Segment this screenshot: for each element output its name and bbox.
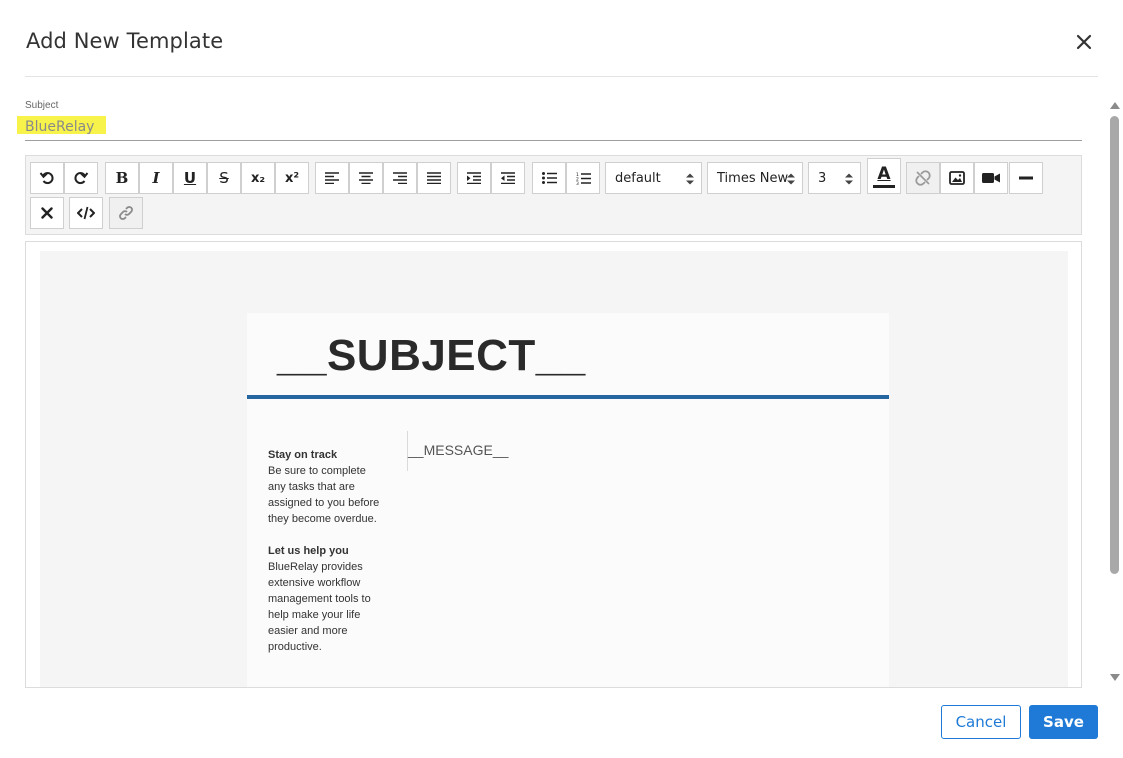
underline-button[interactable]: U: [173, 162, 207, 194]
align-center-icon: [359, 172, 373, 184]
bullet-list-icon: [541, 172, 557, 184]
insert-image-button[interactable]: [940, 162, 974, 194]
subject-label: Subject: [25, 100, 59, 111]
undo-icon: [39, 172, 54, 185]
font-size-select[interactable]: 3: [808, 162, 861, 194]
subscript-button[interactable]: x₂: [241, 162, 275, 194]
select-arrows-icon: [686, 173, 694, 185]
clear-formatting-button[interactable]: [30, 197, 64, 229]
sidebar-text-line: BlueRelay provides: [268, 561, 363, 573]
horizontal-rule-button[interactable]: [1009, 162, 1043, 194]
bullet-list-button[interactable]: [532, 162, 566, 194]
align-center-button[interactable]: [349, 162, 383, 194]
link-icon: [119, 206, 133, 220]
code-icon: [77, 206, 95, 220]
font-select[interactable]: Times New: [707, 162, 803, 194]
insert-video-button[interactable]: [974, 162, 1008, 194]
video-icon: [982, 173, 1000, 183]
justify-icon: [427, 172, 441, 184]
code-view-button[interactable]: [69, 197, 103, 229]
sidebar-text-line: they become overdue.: [268, 513, 377, 525]
numbered-list-button[interactable]: 1 2 3: [566, 162, 600, 194]
select-arrows-icon: [845, 173, 853, 185]
header-divider: [25, 76, 1098, 77]
close-icon: [1076, 34, 1092, 50]
font-select-value: Times New: [717, 170, 789, 186]
cancel-button[interactable]: Cancel: [941, 705, 1021, 739]
template-heading: __SUBJECT__: [277, 331, 586, 380]
bold-button[interactable]: B: [105, 162, 139, 194]
sidebar-text-line: Be sure to complete: [268, 465, 366, 477]
font-size-select-value: 3: [818, 170, 827, 186]
sidebar-text-line: productive.: [268, 641, 322, 653]
heading-rule: [247, 395, 889, 399]
justify-button[interactable]: [417, 162, 451, 194]
sidebar-text-line: easier and more: [268, 625, 348, 637]
align-left-icon: [325, 172, 339, 184]
redo-icon: [74, 172, 89, 185]
format-select[interactable]: default: [605, 162, 702, 194]
superscript-button[interactable]: x²: [275, 162, 309, 194]
svg-text:3: 3: [576, 181, 579, 185]
font-color-swatch: [873, 185, 895, 188]
scroll-up-arrow-icon[interactable]: [1110, 102, 1120, 109]
close-button[interactable]: [1072, 30, 1096, 54]
template-message: __MESSAGE__: [408, 442, 509, 458]
undo-button[interactable]: [30, 162, 64, 194]
font-color-letter: A: [877, 164, 891, 184]
sidebar-text-line: extensive workflow: [268, 577, 361, 589]
editor-content-area[interactable]: __SUBJECT__ Stay on track Be sure to com…: [25, 241, 1082, 688]
unlink-button[interactable]: [906, 162, 940, 194]
align-left-button[interactable]: [315, 162, 349, 194]
indent-button[interactable]: [457, 162, 491, 194]
dialog-scrollbar[interactable]: [1107, 98, 1123, 688]
select-arrows-icon: [787, 173, 795, 185]
sidebar-heading: Stay on track: [268, 449, 338, 461]
unlink-icon: [915, 170, 931, 186]
clear-icon: [41, 207, 53, 219]
italic-button[interactable]: I: [139, 162, 173, 194]
sidebar-heading: Let us help you: [268, 545, 349, 557]
font-color-button[interactable]: A: [867, 158, 901, 194]
strikethrough-button[interactable]: S: [207, 162, 241, 194]
dialog-title: Add New Template: [26, 29, 224, 53]
email-background: __SUBJECT__ Stay on track Be sure to com…: [40, 251, 1068, 687]
sidebar-text-line: help make your life: [268, 609, 361, 621]
format-select-value: default: [615, 170, 661, 186]
email-template-card: __SUBJECT__ Stay on track Be sure to com…: [247, 313, 889, 687]
image-icon: [949, 171, 965, 185]
outdent-icon: [501, 172, 515, 184]
align-right-icon: [393, 172, 407, 184]
save-button[interactable]: Save: [1029, 705, 1098, 739]
editor-toolbar: B I U S x₂ x² 1 2 3 default Times New 3 …: [25, 155, 1082, 235]
outdent-button[interactable]: [491, 162, 525, 194]
indent-icon: [467, 172, 481, 184]
scroll-down-arrow-icon[interactable]: [1110, 674, 1120, 681]
sidebar-text-line: management tools to: [268, 593, 371, 605]
sidebar-text-line: assigned to you before: [268, 497, 380, 509]
redo-button[interactable]: [64, 162, 98, 194]
scroll-thumb[interactable]: [1110, 116, 1119, 574]
insert-link-button[interactable]: [109, 197, 143, 229]
template-sidebar: Stay on track Be sure to complete any ta…: [268, 447, 388, 655]
horizontal-rule-icon: [1019, 176, 1033, 180]
subject-input[interactable]: [25, 114, 1082, 141]
align-right-button[interactable]: [383, 162, 417, 194]
sidebar-text-line: any tasks that are: [268, 481, 355, 493]
numbered-list-icon: 1 2 3: [576, 172, 591, 185]
